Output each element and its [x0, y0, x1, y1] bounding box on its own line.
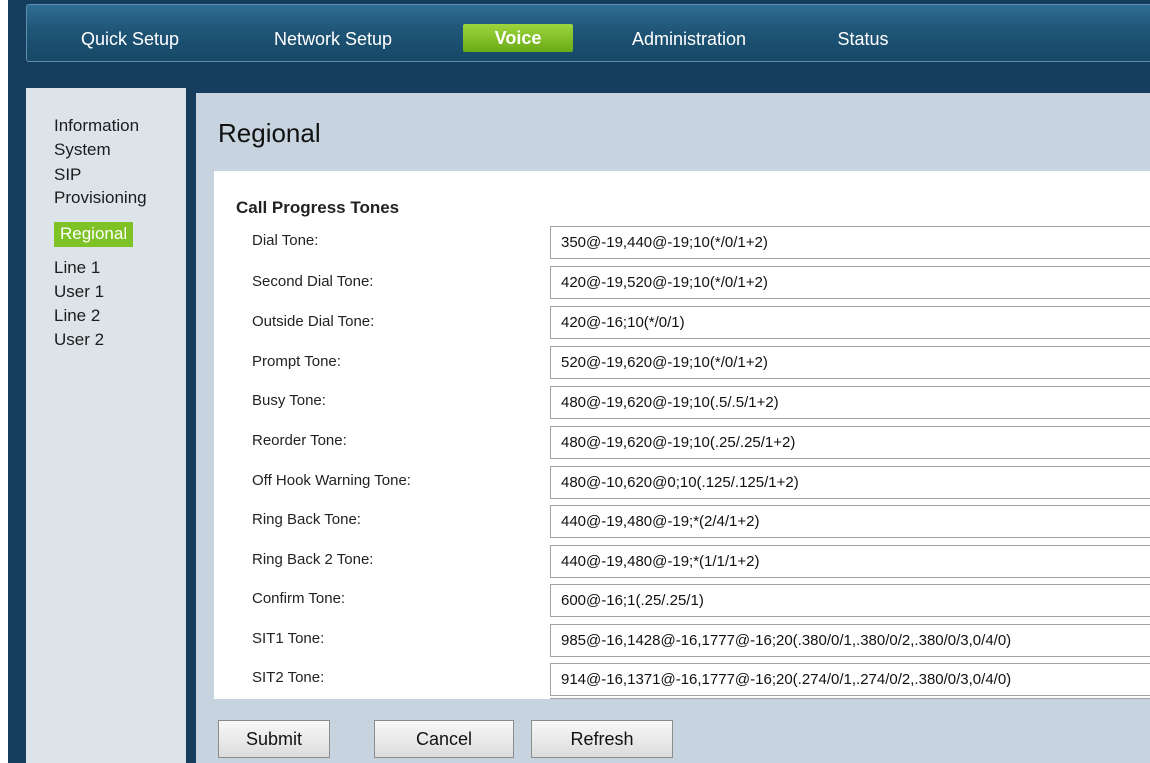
ring-back-2-tone-input[interactable]: 440@-19,480@-19;*(1/1/1+2) [550, 545, 1150, 578]
next-field-input-partial[interactable] [550, 698, 1150, 699]
top-nav-bar: Quick Setup Network Setup Voice Administ… [26, 4, 1150, 62]
main-content: Regional Call Progress Tones Dial Tone: … [196, 93, 1150, 763]
cancel-button[interactable]: Cancel [374, 720, 514, 758]
sidebar-item-system[interactable]: System [54, 140, 111, 160]
nav-status[interactable]: Status [823, 25, 903, 53]
refresh-button[interactable]: Refresh [531, 720, 673, 758]
second-dial-tone-label: Second Dial Tone: [252, 273, 374, 290]
submit-button[interactable]: Submit [218, 720, 330, 758]
ring-back-tone-label: Ring Back Tone: [252, 511, 361, 528]
off-hook-warning-tone-input[interactable]: 480@-10,620@0;10(.125/.125/1+2) [550, 466, 1150, 499]
reorder-tone-label: Reorder Tone: [252, 432, 347, 449]
busy-tone-label: Busy Tone: [252, 392, 326, 409]
confirm-tone-label: Confirm Tone: [252, 590, 346, 607]
dial-tone-input[interactable]: 350@-19,440@-19;10(*/0/1+2) [550, 226, 1150, 259]
page-title: Regional [218, 118, 321, 148]
nav-network-setup[interactable]: Network Setup [255, 25, 411, 53]
prompt-tone-label: Prompt Tone: [252, 353, 341, 370]
sidebar-item-information[interactable]: Information [54, 116, 139, 136]
confirm-tone-input[interactable]: 600@-16;1(.25/.25/1) [550, 584, 1150, 617]
sidebar-item-line-2[interactable]: Line 2 [54, 306, 100, 326]
nav-administration[interactable]: Administration [609, 25, 769, 53]
sidebar-item-user-1[interactable]: User 1 [54, 282, 104, 302]
sit1-tone-input[interactable]: 985@-16,1428@-16,1777@-16;20(.380/0/1,.3… [550, 624, 1150, 657]
reorder-tone-input[interactable]: 480@-19,620@-19;10(.25/.25/1+2) [550, 426, 1150, 459]
section-title: Call Progress Tones [236, 198, 400, 217]
prompt-tone-input[interactable]: 520@-19,620@-19;10(*/0/1+2) [550, 346, 1150, 379]
sit1-tone-label: SIT1 Tone: [252, 630, 325, 647]
outside-dial-tone-label: Outside Dial Tone: [252, 313, 375, 330]
sidebar-item-line-1[interactable]: Line 1 [54, 258, 100, 278]
dial-tone-label: Dial Tone: [252, 232, 319, 249]
off-hook-warning-tone-label: Off Hook Warning Tone: [252, 472, 411, 489]
sidebar-item-user-2[interactable]: User 2 [54, 330, 104, 350]
left-margin [0, 0, 8, 763]
second-dial-tone-input[interactable]: 420@-19,520@-19;10(*/0/1+2) [550, 266, 1150, 299]
sidebar-item-provisioning[interactable]: Provisioning [54, 188, 147, 208]
settings-panel: Call Progress Tones Dial Tone: 350@-19,4… [214, 171, 1150, 699]
sidebar: Information System SIP Provisioning Regi… [26, 88, 186, 763]
sidebar-item-regional[interactable]: Regional [54, 222, 134, 247]
sidebar-item-sip[interactable]: SIP [54, 165, 81, 185]
sit2-tone-label: SIT2 Tone: [252, 669, 325, 686]
ring-back-2-tone-label: Ring Back 2 Tone: [252, 551, 374, 568]
nav-voice[interactable]: Voice [463, 24, 573, 52]
sit2-tone-input[interactable]: 914@-16,1371@-16,1777@-16;20(.274/0/1,.2… [550, 663, 1150, 696]
outside-dial-tone-input[interactable]: 420@-16;10(*/0/1) [550, 306, 1150, 339]
nav-quick-setup[interactable]: Quick Setup [65, 25, 195, 53]
ring-back-tone-input[interactable]: 440@-19,480@-19;*(2/4/1+2) [550, 505, 1150, 538]
busy-tone-input[interactable]: 480@-19,620@-19;10(.5/.5/1+2) [550, 386, 1150, 419]
